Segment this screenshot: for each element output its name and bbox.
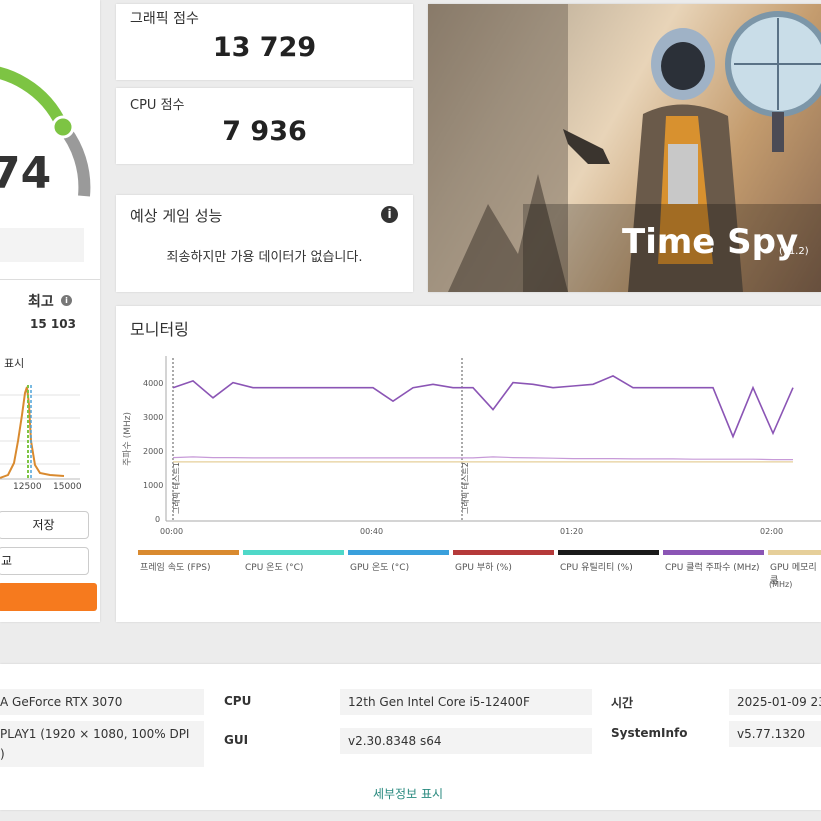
histogram-label: 표시 [4,357,25,370]
legend-swatch[interactable] [243,550,344,555]
legend-swatch[interactable] [768,550,821,555]
compare-label: 교 [1,554,13,568]
game-performance-title: 예상 게임 성능 [130,207,223,225]
legend-swatch[interactable] [453,550,554,555]
info-icon[interactable]: i [381,206,398,223]
save-button[interactable]: 저장 [0,511,89,539]
series-line-cpu-clock [172,375,794,439]
display-value: PLAY1 (1920 × 1080, 100% DPI ) [0,721,204,767]
graphics-score-value: 13 729 [212,32,317,63]
cpu-label: CPU [224,694,252,708]
game-performance-message: 죄송하지만 가용 데이터가 없습니다. [166,250,363,265]
legend-label[interactable]: CPU 유틸리티 (%) [560,560,633,573]
info-icon[interactable]: i [61,295,72,306]
best-label: 최고 [28,294,54,310]
divider [0,279,100,280]
time-value: 2025-01-09 23 [729,689,821,715]
legend-swatch[interactable] [348,550,449,555]
hist-tick-2: 15000 [53,482,82,492]
cpu-score-card: CPU 점수 7 936 [116,88,413,164]
test-marker-1: 그래픽 테스트1 [172,462,181,514]
graphics-score-card: 그래픽 점수 13 729 [116,4,413,80]
banner-title: Time Spy [622,222,799,262]
gui-value: v2.30.8348 s64 [340,728,592,754]
legend-swatch[interactable] [138,550,239,555]
orange-action-button[interactable] [0,583,97,611]
graphics-score-label: 그래픽 점수 [130,11,199,27]
cpu-score-label: CPU 점수 [130,98,185,113]
game-performance-card: 예상 게임 성능 i 죄송하지만 가용 데이터가 없습니다. [116,195,413,292]
time-label: 시간 [611,696,634,710]
hist-tick-1: 12500 [13,482,42,492]
gpu-value: A GeForce RTX 3070 [0,689,204,715]
gui-label: GUI [224,733,249,747]
save-label: 저장 [32,518,55,532]
legend-swatch[interactable] [663,550,764,555]
legend-swatch[interactable] [558,550,659,555]
compare-button[interactable]: 교 [0,547,89,575]
series-line-gpu-clock [172,456,793,461]
systeminfo-value: v5.77.1320 [729,721,821,747]
legend-label[interactable]: GPU 온도 (°C) [350,560,409,573]
show-details-link[interactable]: 세부정보 표시 [0,785,816,802]
display-line-2: ) [0,747,5,761]
cpu-value: 12th Gen Intel Core i5-12400F [340,689,592,715]
legend-label[interactable]: 프레임 속도 (FPS) [140,560,210,573]
overall-score: 74 [0,148,52,199]
legend-label[interactable]: GPU 부하 (%) [455,560,512,573]
legend-label[interactable]: CPU 클럭 주파수 (MHz) [665,560,760,573]
cpu-score-value: 7 936 [222,116,307,147]
time-spy-banner: Time Spy (v1.2) [428,4,821,292]
score-histogram [0,385,80,480]
test-marker-2: 그래픽 테스트2 [461,462,470,514]
display-line-1: PLAY1 (1920 × 1080, 100% DPI [0,727,190,741]
score-subbar [0,228,84,262]
banner-version: (v1.2) [779,246,809,257]
best-value: 15 103 [30,317,76,331]
legend-extra: (MHz) [769,580,793,589]
score-panel: 74 최고 i 15 103 표시 12500 15000 저장 교 [0,0,100,622]
systeminfo-label: SystemInfo [611,726,688,740]
legend-label[interactable]: CPU 온도 (°C) [245,560,303,573]
system-info-card: A GeForce RTX 3070 PLAY1 (1920 × 1080, 1… [0,664,821,810]
monitoring-card: 모니터링 주파수 (MHz) 4000 3000 2000 1000 0 00:… [116,306,821,622]
